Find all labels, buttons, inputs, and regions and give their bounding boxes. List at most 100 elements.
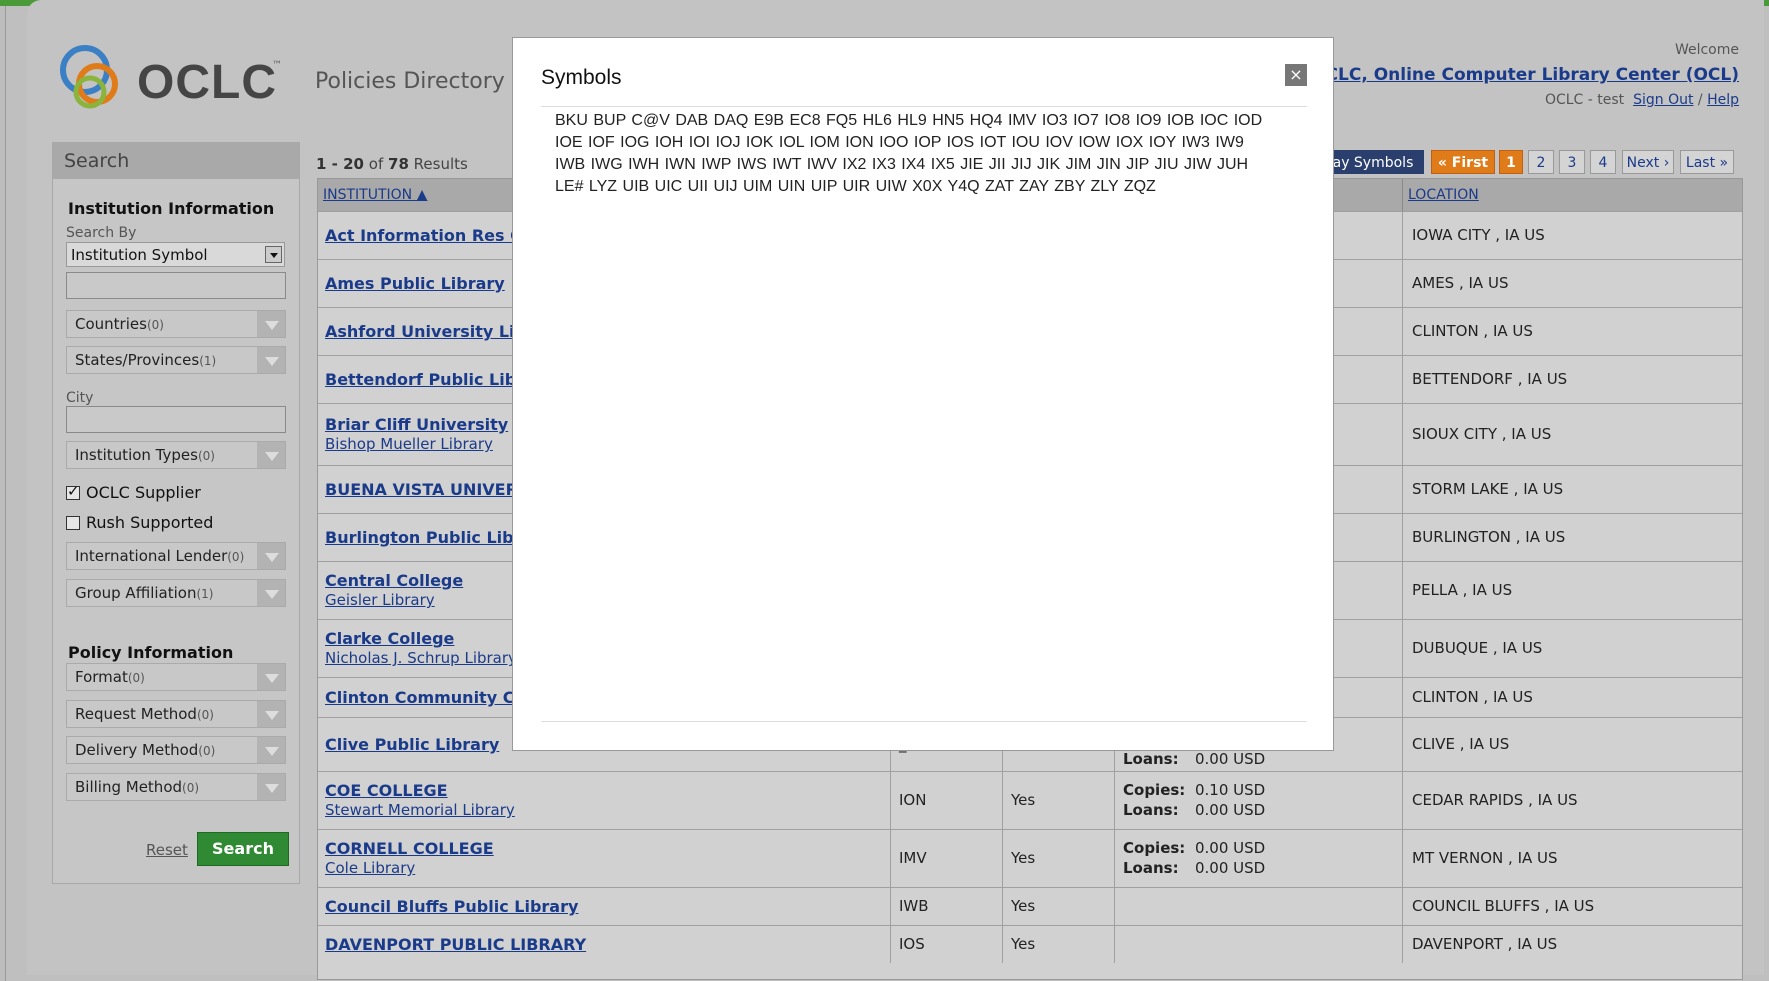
sign-out-link[interactable]: Sign Out	[1633, 92, 1693, 108]
last-page-button[interactable]: Last »	[1680, 150, 1734, 174]
institution-name-link[interactable]: Burlington Public Libra	[325, 528, 532, 547]
symbol-value: IMV	[899, 849, 927, 867]
institution-name-link[interactable]: Central College	[325, 571, 463, 590]
supplier-value: Yes	[1011, 935, 1036, 953]
cost-cell	[1114, 926, 1402, 963]
institution-sub-link[interactable]: Bishop Mueller Library	[325, 435, 493, 453]
institution-name-link[interactable]: Clinton Community Coll	[325, 688, 536, 707]
institution-name-link[interactable]: Act Information Res Ce	[325, 226, 533, 245]
close-icon[interactable]: ×	[1285, 64, 1307, 86]
supplier-cell: Yes	[1002, 772, 1114, 829]
delivery-method-count: (0)	[198, 744, 216, 758]
institution-name-link[interactable]: DAVENPORT PUBLIC LIBRARY	[325, 935, 586, 954]
symbol-cell: IMV	[890, 830, 1002, 887]
location-value: SIOUX CITY , IA US	[1412, 425, 1552, 443]
request-method-filter[interactable]: Request Method(0)	[66, 700, 286, 728]
display-symbols-button[interactable]: ay Symbols	[1322, 150, 1424, 174]
oclc-supplier-checkbox[interactable]: OCLC Supplier	[66, 482, 201, 502]
copies-cost: Copies: 0.00 USD	[1123, 839, 1265, 857]
institution-name-link[interactable]: BUENA VISTA UNIVER	[325, 480, 518, 499]
format-filter[interactable]: Format(0)	[66, 663, 286, 691]
institution-name-link[interactable]: Council Bluffs Public Library	[325, 897, 578, 916]
institution-name-link[interactable]: Ashford University Libr	[325, 322, 534, 341]
institution-types-label: Institution Types	[75, 446, 198, 464]
institution-sub-link[interactable]: Stewart Memorial Library	[325, 801, 515, 819]
chevron-down-icon	[257, 543, 285, 569]
copies-label: Copies:	[1123, 839, 1186, 857]
page-4-button[interactable]: 4	[1590, 150, 1616, 174]
results-of: of	[368, 155, 384, 173]
countries-count: (0)	[146, 318, 164, 332]
pager: ay Symbols « First 1 2 3 4 Next › Last »	[1322, 150, 1742, 175]
format-count: (0)	[127, 671, 145, 685]
location-cell: CEDAR RAPIDS , IA US	[1402, 772, 1742, 829]
delivery-method-filter[interactable]: Delivery Method(0)	[66, 736, 286, 764]
column-header-location[interactable]: LOCATION	[1402, 179, 1742, 211]
city-input[interactable]	[66, 406, 286, 433]
chevron-down-icon	[257, 580, 285, 606]
cost-cell	[1114, 888, 1402, 925]
copies-value: 0.00 USD	[1195, 839, 1266, 857]
checkbox-unchecked-icon	[66, 516, 80, 530]
symbol-value: IWB	[899, 897, 929, 915]
supplier-value: Yes	[1011, 849, 1036, 867]
search-by-select[interactable]: Institution Symbol	[66, 242, 285, 267]
institution-info-heading: Institution Information	[68, 199, 275, 218]
institution-sub-link[interactable]: Cole Library	[325, 859, 415, 877]
request-method-count: (0)	[196, 708, 214, 722]
countries-filter[interactable]: Countries(0)	[66, 310, 286, 338]
location-value: PELLA , IA US	[1412, 581, 1513, 599]
rush-supported-checkbox[interactable]: Rush Supported	[66, 513, 213, 532]
institution-types-filter[interactable]: Institution Types(0)	[66, 441, 286, 469]
divider	[541, 721, 1307, 722]
institution-name-link[interactable]: Ames Public Library	[325, 274, 505, 293]
search-button[interactable]: Search	[197, 832, 289, 866]
location-cell: DUBUQUE , IA US	[1402, 620, 1742, 677]
page-3-button[interactable]: 3	[1559, 150, 1585, 174]
supplier-value: Yes	[1011, 791, 1036, 809]
checkbox-checked-icon	[66, 482, 80, 500]
loans-value: 0.00 USD	[1195, 859, 1266, 877]
loans-cost: Loans: 0.00 USD	[1123, 750, 1265, 768]
international-lender-label: International Lender	[75, 547, 228, 565]
institution-sub-link[interactable]: Geisler Library	[325, 591, 435, 609]
table-row: Council Bluffs Public Library IWB Yes COUNC…	[318, 887, 1742, 925]
institution-name-link[interactable]: Clarke College	[325, 629, 454, 648]
cost-cell: Copies: 0.10 USD Loans: 0.00 USD	[1114, 772, 1402, 829]
supplier-cell: Yes	[1002, 888, 1114, 925]
institution-name-link[interactable]: Clive Public Library	[325, 735, 499, 754]
institution-sub-link[interactable]: Nicholas J. Schrup Library	[325, 649, 517, 667]
institution-name-link[interactable]: CORNELL COLLEGE	[325, 839, 494, 858]
results-total: 78	[388, 155, 409, 173]
group-affiliation-filter[interactable]: Group Affiliation(1)	[66, 579, 286, 607]
page-1-button[interactable]: 1	[1499, 150, 1523, 174]
billing-method-filter[interactable]: Billing Method(0)	[66, 773, 286, 801]
search-by-value: Institution Symbol	[71, 246, 208, 264]
results-label: Results	[413, 155, 468, 173]
billing-method-label: Billing Method	[75, 778, 183, 796]
organization-link[interactable]: OCLC, Online Computer Library Center (OC…	[1311, 65, 1739, 85]
states-filter[interactable]: States/Provinces(1)	[66, 346, 286, 374]
location-value: DUBUQUE , IA US	[1412, 639, 1543, 657]
next-page-button[interactable]: Next ›	[1622, 150, 1674, 174]
chevron-down-icon	[257, 774, 285, 800]
separator: /	[1697, 92, 1703, 108]
oclc-supplier-label: OCLC Supplier	[86, 483, 201, 502]
institution-name-link[interactable]: Briar Cliff University	[325, 415, 508, 434]
location-cell: STORM LAKE , IA US	[1402, 466, 1742, 513]
location-value: COUNCIL BLUFFS , IA US	[1412, 897, 1595, 915]
copies-cost: Copies: 0.10 USD	[1123, 781, 1265, 799]
loans-value: 0.00 USD	[1195, 750, 1266, 768]
page-2-button[interactable]: 2	[1528, 150, 1554, 174]
countries-label: Countries	[75, 315, 147, 333]
international-lender-filter[interactable]: International Lender(0)	[66, 542, 286, 570]
reset-link[interactable]: Reset	[146, 841, 188, 859]
institution-name-link[interactable]: COE COLLEGE	[325, 781, 448, 800]
institution-name-link[interactable]: Bettendorf Public Libra	[325, 370, 535, 389]
dropdown-arrow-icon	[265, 246, 282, 263]
symbol-input[interactable]	[66, 272, 286, 299]
help-link[interactable]: Help	[1707, 92, 1739, 108]
first-page-button[interactable]: « First	[1431, 150, 1495, 174]
supplier-cell: Yes	[1002, 926, 1114, 963]
page-title: Policies Directory	[315, 69, 505, 94]
